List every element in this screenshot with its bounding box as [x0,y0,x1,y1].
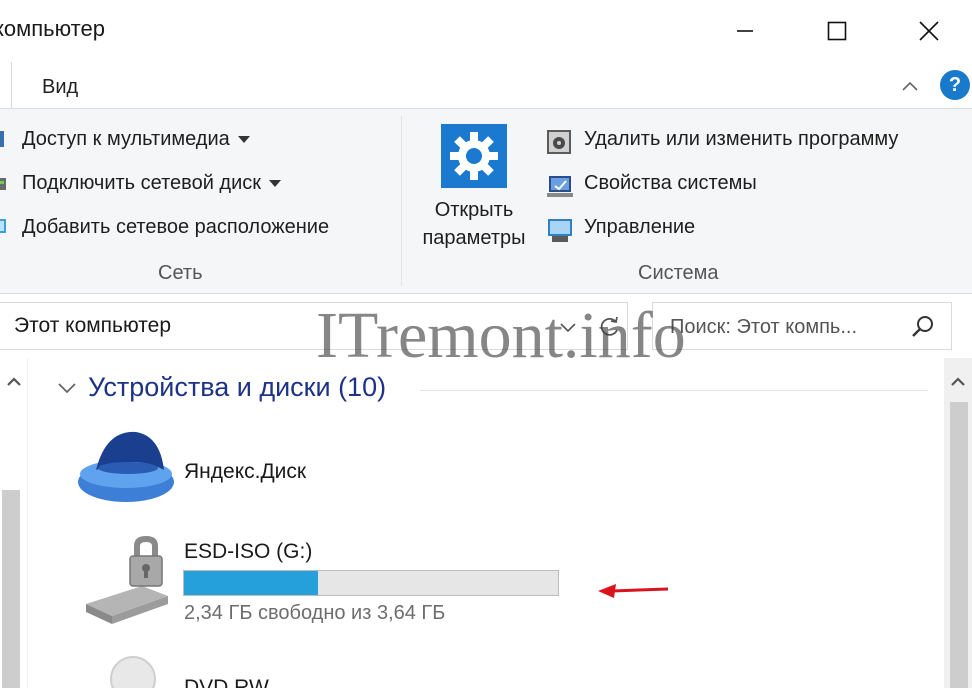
open-settings-button[interactable] [441,124,507,188]
network-drive-icon [0,172,12,198]
media-access-label: Доступ к мультимедиа [22,128,230,150]
yandex-disk-icon[interactable] [76,424,176,504]
network-group-label: Сеть [158,262,203,284]
search-icon[interactable] [910,314,936,340]
dropdown-arrow-icon [269,180,282,187]
drive-name-dvd[interactable]: DVD RW [184,676,444,688]
watermark: ITremont.info [316,299,686,372]
open-settings-label-line2: параметры [422,227,526,249]
network-location-button[interactable]: Добавить сетевое расположение [22,216,329,239]
maximize-button[interactable] [814,8,860,54]
devices-group-title: Устройства и диски (10) [88,372,387,402]
address-path[interactable]: Этот компьютер [14,314,171,338]
group-divider [420,390,928,391]
uninstall-program-button[interactable]: Удалить или изменить программу [584,128,898,151]
drive-free-space: 2,34 ГБ свободно из 3,64 ГБ [184,602,446,624]
ribbon-separator [401,116,402,286]
nav-scrollbar-thumb[interactable] [2,490,20,688]
chevron-up-icon [951,377,965,386]
annotation-arrow [596,580,670,602]
scrollbar-thumb[interactable] [950,402,968,688]
dvd-drive-icon[interactable] [110,656,156,688]
network-drive-label: Подключить сетевой диск [22,172,262,194]
ribbon-tabs [0,62,972,110]
search-placeholder[interactable]: Поиск: Этот компь... [670,316,857,339]
tab-view[interactable]: Вид [42,76,78,99]
system-group-label: Система [638,262,719,284]
chevron-up-icon [7,377,21,386]
open-settings-label-line1: Открыть [434,199,514,221]
computer-management-icon [546,216,572,242]
drive-name-yandex[interactable]: Яндекс.Диск [184,460,306,484]
system-properties-button[interactable]: Свойства системы [584,172,757,195]
chevron-down-icon [58,382,76,393]
gear-icon [450,132,498,180]
minimize-icon [737,30,753,32]
media-access-icon [0,127,12,153]
devices-group-header[interactable]: Устройства и диски (10) [56,372,386,403]
chevron-up-icon [902,81,918,91]
minimize-button[interactable] [722,8,768,54]
network-location-label: Добавить сетевое расположение [22,216,330,238]
ribbon-collapse-button[interactable] [898,72,922,100]
open-settings-label[interactable]: Открыть параметры [404,196,544,252]
programs-icon [546,128,572,154]
drive-name-esd-iso[interactable]: ESD-ISO (G:) [184,540,312,564]
locked-usb-drive-icon[interactable] [82,534,174,630]
close-icon [919,21,939,41]
drive-usage-bar [183,570,559,596]
network-location-icon [0,216,12,242]
system-properties-icon [546,172,573,198]
network-drive-button[interactable]: Подключить сетевой диск [22,172,282,195]
nav-scroll-up-button[interactable] [4,372,24,392]
manage-button[interactable]: Управление [584,216,695,239]
dropdown-arrow-icon [237,136,250,143]
close-button[interactable] [906,8,952,54]
window-title: компьютер [0,16,105,41]
media-access-button[interactable]: Доступ к мультимедиа [22,128,250,151]
tab-active[interactable] [0,62,12,110]
help-button[interactable]: ? [940,70,970,100]
uninstall-program-label: Удалить или изменить программу [584,128,899,150]
drive-usage-fill [184,571,318,595]
manage-label: Управление [584,216,696,238]
scroll-up-button[interactable] [948,372,968,392]
maximize-icon [827,21,847,41]
system-properties-label: Свойства системы [584,172,757,194]
